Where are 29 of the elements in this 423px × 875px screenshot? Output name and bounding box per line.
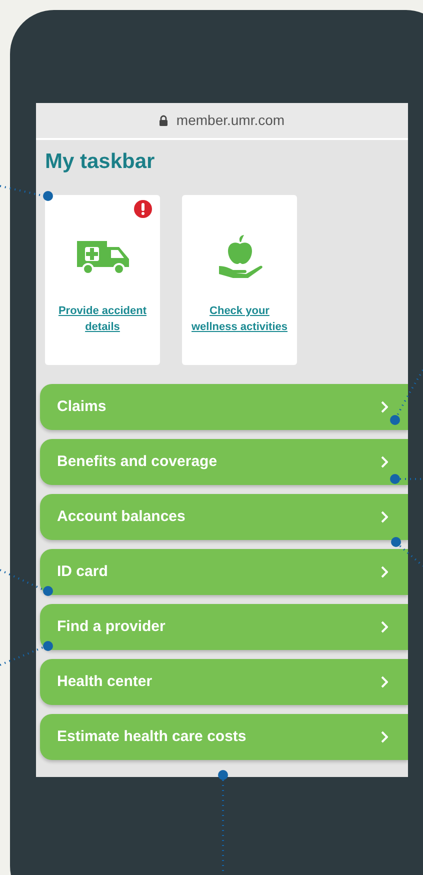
annotation-marker bbox=[390, 474, 423, 484]
menu-item[interactable]: Health center bbox=[40, 659, 408, 705]
chevron-right-icon bbox=[381, 621, 388, 633]
menu-item[interactable]: Find a provider bbox=[40, 604, 408, 650]
menu-item[interactable]: Account balances bbox=[40, 494, 408, 540]
url-text[interactable]: member.umr.com bbox=[176, 110, 285, 131]
menu-item[interactable]: Estimate health care costs bbox=[40, 714, 408, 760]
menu-item[interactable]: Benefits and coverage bbox=[40, 439, 408, 485]
chevron-right-icon bbox=[381, 456, 388, 468]
annotation-marker bbox=[0, 185, 53, 201]
task-tile[interactable]: Provide accident details bbox=[45, 195, 160, 365]
tile-link[interactable]: Provide accident details bbox=[45, 303, 160, 335]
apple-in-hand-icon bbox=[216, 234, 262, 280]
chevron-right-icon bbox=[381, 731, 388, 743]
chevron-right-icon bbox=[381, 511, 388, 523]
lock-icon bbox=[159, 115, 168, 126]
tile-link[interactable]: Check your wellness activities bbox=[182, 303, 297, 335]
page-title: My taskbar bbox=[44, 149, 156, 175]
annotation-marker bbox=[0, 641, 53, 666]
chevron-right-icon bbox=[381, 401, 388, 413]
task-tile[interactable]: Check your wellness activities bbox=[182, 195, 297, 365]
menu-item[interactable]: Claims bbox=[40, 384, 408, 430]
annotation-marker bbox=[0, 569, 53, 596]
ambulance-icon bbox=[74, 239, 130, 275]
annotation-marker bbox=[390, 369, 423, 425]
menu-item[interactable]: ID card bbox=[40, 549, 408, 595]
annotation-marker bbox=[391, 537, 423, 567]
chevron-right-icon bbox=[381, 676, 388, 688]
chevron-right-icon bbox=[381, 566, 388, 578]
